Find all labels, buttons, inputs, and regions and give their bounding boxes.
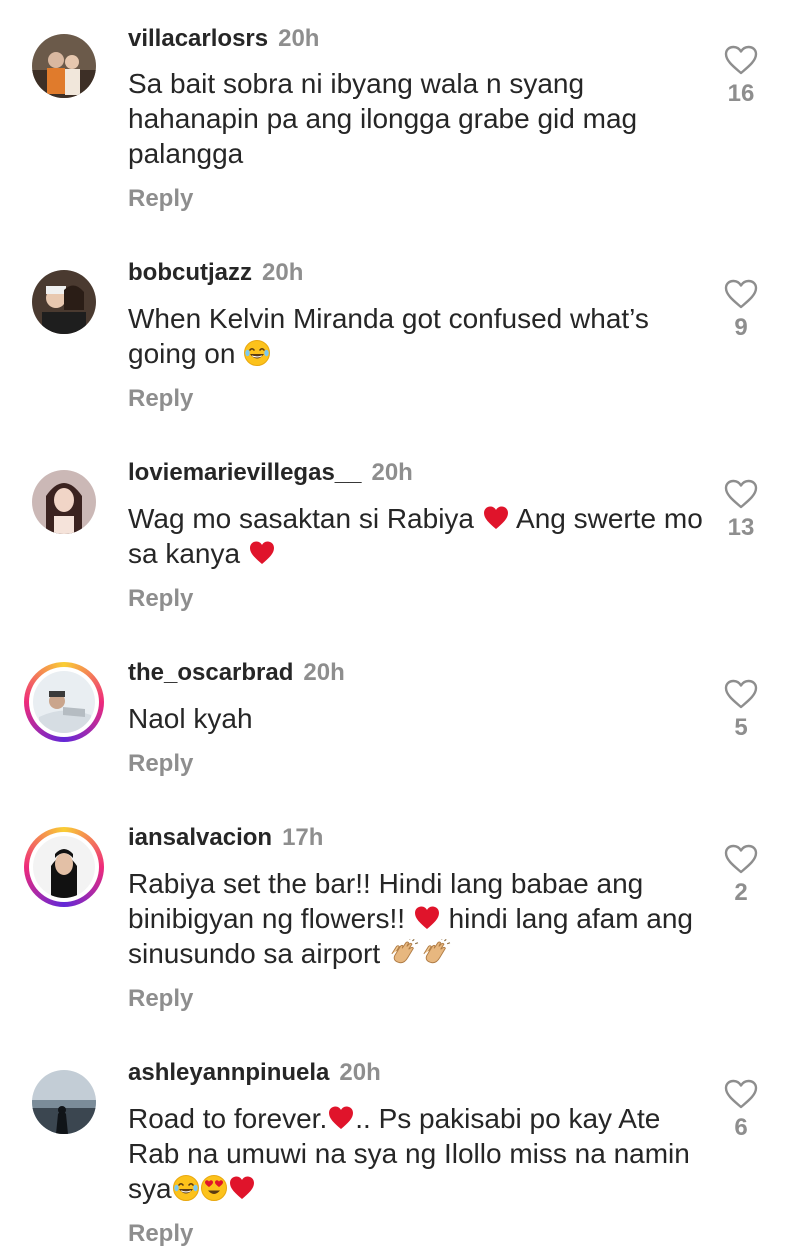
avatar-photo: [33, 836, 95, 898]
comment-text-part: Wag mo sasaktan si Rabiya: [128, 503, 474, 534]
username[interactable]: ashleyannpinuela: [128, 1059, 329, 1086]
reply-button[interactable]: Reply: [128, 384, 193, 414]
timestamp: 20h: [371, 459, 413, 486]
username[interactable]: loviemarievillegas__: [128, 459, 361, 486]
like-control: 16: [718, 45, 764, 109]
comment-text: Naol kyah: [128, 703, 253, 734]
red-heart-emoji-icon: [228, 1174, 256, 1202]
avatar-photo: [33, 671, 95, 733]
avatar-story-ring[interactable]: [24, 827, 104, 907]
heart-outline-icon[interactable]: [724, 45, 758, 75]
timestamp: 20h: [278, 25, 320, 52]
avatar[interactable]: [24, 26, 104, 106]
comment-text-part: When Kelvin Miranda got confused what’s …: [128, 303, 649, 369]
comment-text: When Kelvin Miranda got confused what’s …: [128, 301, 708, 371]
avatar[interactable]: [24, 262, 104, 342]
timestamp: 20h: [262, 259, 304, 286]
avatar-photo: [32, 470, 96, 534]
laughing-emoji-icon: [243, 339, 271, 367]
comment-text: Road to forever... Ps pakisabi po kay At…: [128, 1101, 708, 1206]
username-line: iansalvacion 17h: [128, 823, 323, 853]
like-control: 2: [718, 844, 764, 908]
reply-button[interactable]: Reply: [128, 749, 193, 779]
reply-button[interactable]: Reply: [128, 584, 193, 614]
comment-text-part: Road to forever.: [128, 1103, 328, 1134]
heart-outline-icon[interactable]: [724, 679, 758, 709]
like-count: 6: [734, 1114, 748, 1141]
timestamp: 17h: [282, 824, 324, 851]
heart-outline-icon[interactable]: [724, 279, 758, 309]
like-count: 13: [727, 514, 755, 541]
comment-text: Rabiya set the bar!! Hindi lang babae an…: [128, 866, 708, 971]
username-line: the_oscarbrad 20h: [128, 658, 345, 688]
like-control: 6: [718, 1079, 764, 1143]
reply-button[interactable]: Reply: [128, 1219, 193, 1249]
username-line: ashleyannpinuela 20h: [128, 1058, 381, 1088]
like-count: 9: [734, 314, 748, 341]
username[interactable]: iansalvacion: [128, 824, 272, 851]
username[interactable]: bobcutjazz: [128, 259, 252, 286]
reply-button[interactable]: Reply: [128, 184, 193, 214]
username[interactable]: villacarlosrs: [128, 25, 268, 52]
like-count: 5: [734, 714, 748, 741]
heart-eyes-emoji-icon: [200, 1174, 228, 1202]
avatar-story-ring[interactable]: [24, 662, 104, 742]
heart-outline-icon[interactable]: [724, 844, 758, 874]
red-heart-emoji-icon: [327, 1104, 355, 1132]
timestamp: 20h: [303, 659, 345, 686]
avatar[interactable]: [24, 462, 104, 542]
clapping-hands-emoji-icon: [420, 939, 452, 967]
like-control: 5: [718, 679, 764, 743]
red-heart-emoji-icon: [413, 904, 441, 932]
avatar-photo: [32, 270, 96, 334]
avatar-ring-gap: [29, 832, 99, 902]
like-control: 13: [718, 479, 764, 543]
reply-button[interactable]: Reply: [128, 984, 193, 1014]
like-control: 9: [718, 279, 764, 343]
timestamp: 20h: [339, 1059, 381, 1086]
username-line: villacarlosrs 20h: [128, 24, 319, 54]
comment-text: Wag mo sasaktan si Rabiya Ang swerte mo …: [128, 501, 708, 571]
username-line: bobcutjazz 20h: [128, 258, 303, 288]
red-heart-emoji-icon: [482, 504, 510, 532]
comment-text: Sa bait sobra ni ibyang wala n syang hah…: [128, 68, 638, 169]
avatar-ring-gap: [29, 667, 99, 737]
red-heart-emoji-icon: [248, 539, 276, 567]
laughing-emoji-icon: [172, 1174, 200, 1202]
clapping-hands-emoji-icon: [388, 939, 420, 967]
heart-outline-icon[interactable]: [724, 1079, 758, 1109]
avatar-photo: [32, 34, 96, 98]
heart-outline-icon[interactable]: [724, 479, 758, 509]
like-count: 16: [727, 80, 755, 107]
avatar[interactable]: [24, 1062, 104, 1142]
username[interactable]: the_oscarbrad: [128, 659, 293, 686]
avatar-photo: [32, 1070, 96, 1134]
username-line: loviemarievillegas__ 20h: [128, 458, 413, 488]
like-count: 2: [734, 879, 748, 906]
